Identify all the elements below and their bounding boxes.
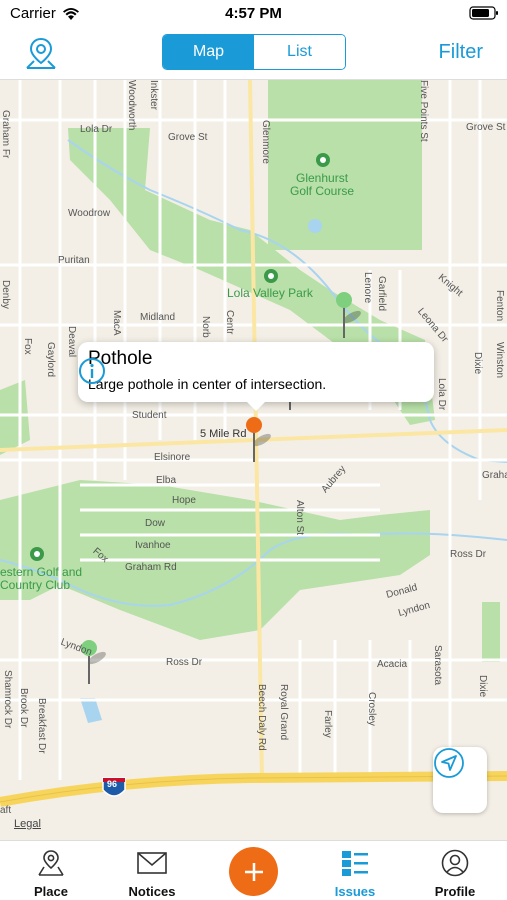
street-label: Puritan bbox=[58, 255, 90, 266]
street-label: MacA bbox=[111, 310, 122, 336]
street-label: Elsinore bbox=[154, 452, 191, 463]
street-label: Inkster bbox=[148, 80, 159, 111]
street-label: Farley bbox=[322, 710, 333, 738]
park-marker-icon bbox=[264, 269, 278, 283]
pond bbox=[308, 219, 322, 233]
location-arrow-icon bbox=[434, 748, 464, 778]
street-label: Woodrow bbox=[68, 208, 111, 219]
street-label: Five Points St bbox=[418, 80, 429, 142]
street-label: Sarasota bbox=[432, 645, 443, 686]
street-label: Shamrock Dr bbox=[2, 670, 13, 729]
map-view[interactable]: Lola Dr Grove St Grove St Woodrow Purita… bbox=[0, 80, 507, 840]
navigation-bar: Map List Filter bbox=[0, 28, 507, 80]
street-label: Beech Daly Rd bbox=[256, 684, 267, 751]
street-label: Glenmore bbox=[260, 120, 271, 164]
street-label: Alton St bbox=[294, 500, 305, 536]
street-label: Denby bbox=[0, 280, 11, 309]
view-segmented-control: Map List bbox=[162, 34, 346, 70]
tab-place[interactable]: Place bbox=[6, 841, 96, 900]
street-label: Graham Rd bbox=[125, 562, 177, 573]
segment-list[interactable]: List bbox=[254, 35, 345, 69]
highway-i96 bbox=[0, 771, 507, 807]
issue-callout[interactable]: Pothole Large pothole in center of inter… bbox=[78, 342, 434, 411]
street-label: Fox bbox=[22, 338, 33, 355]
plus-icon bbox=[244, 862, 263, 881]
tab-notices[interactable]: Notices bbox=[107, 841, 197, 900]
park-label-western-golf: estern Golf and Country Club bbox=[0, 565, 83, 592]
status-bar: Carrier 4:57 PM bbox=[0, 0, 507, 28]
street-label: Gaylord bbox=[45, 342, 56, 378]
street-label: Elba bbox=[156, 475, 177, 486]
tab-issues-label: Issues bbox=[334, 884, 376, 899]
park-area bbox=[268, 80, 422, 250]
park-label-glenhurst: Glenhurst Golf Course bbox=[290, 171, 355, 198]
street-label: Graha bbox=[482, 470, 507, 481]
tab-bar: Place Notices Issues Profile bbox=[0, 840, 507, 900]
street-label: Royal Grand bbox=[278, 684, 289, 741]
callout-description: Large pothole in center of intersection. bbox=[88, 376, 327, 392]
street-label: Ross Dr bbox=[166, 657, 203, 668]
tab-issues[interactable]: Issues bbox=[310, 841, 400, 900]
street-label: Grove St bbox=[466, 122, 506, 133]
street-label: Dixie bbox=[472, 352, 483, 375]
add-issue-button[interactable] bbox=[229, 847, 278, 896]
tab-profile-label: Profile bbox=[434, 884, 476, 899]
legal-link[interactable]: Legal bbox=[14, 818, 41, 830]
list-icon bbox=[342, 851, 368, 876]
street-label: Graham Fr bbox=[0, 110, 11, 159]
street-label: Lola Dr bbox=[80, 124, 113, 135]
street-label: Midland bbox=[140, 312, 176, 323]
street-label: Dixie bbox=[477, 675, 488, 698]
street-label: Ivanhoe bbox=[135, 540, 171, 551]
map-canvas bbox=[0, 80, 507, 807]
highway-shield-number: 96 bbox=[107, 779, 118, 789]
park-area bbox=[0, 380, 30, 455]
place-location-icon[interactable] bbox=[24, 36, 58, 72]
street-label: Deaval bbox=[66, 326, 77, 358]
street-label: Norb bbox=[200, 316, 211, 338]
street-label: Woodworth bbox=[126, 80, 137, 131]
tab-notices-label: Notices bbox=[128, 884, 176, 899]
street-label: Garfield bbox=[376, 276, 387, 312]
place-icon bbox=[38, 850, 64, 876]
street-label: Crosley bbox=[366, 692, 377, 726]
street-label: Ross Dr bbox=[450, 549, 487, 560]
info-icon[interactable] bbox=[78, 357, 106, 385]
street-label: Brook Dr bbox=[18, 688, 29, 728]
street-label: Lenore bbox=[362, 272, 373, 304]
street-label: Winston bbox=[494, 342, 505, 379]
main-road-label: 5 Mile Rd bbox=[200, 428, 247, 440]
street-label: aft bbox=[0, 805, 12, 816]
park-marker-icon bbox=[30, 547, 44, 561]
street-label: Fenton bbox=[494, 290, 505, 322]
pond bbox=[80, 698, 102, 723]
street-label: Student bbox=[132, 410, 167, 421]
street-label: Centr bbox=[224, 310, 235, 335]
street-label: Grove St bbox=[168, 132, 208, 143]
street-label: Acacia bbox=[377, 659, 408, 670]
street-label: Dow bbox=[145, 518, 166, 529]
tab-profile[interactable]: Profile bbox=[410, 841, 500, 900]
street-label: Hope bbox=[172, 495, 196, 506]
street-label: Lola Dr bbox=[436, 378, 447, 411]
segment-map[interactable]: Map bbox=[163, 35, 254, 69]
status-time: 4:57 PM bbox=[225, 5, 282, 22]
park-marker-icon bbox=[316, 153, 330, 167]
profile-icon bbox=[441, 849, 469, 877]
park-label-lola-valley: Lola Valley Park bbox=[227, 286, 313, 300]
tab-place-label: Place bbox=[34, 884, 68, 899]
filter-button[interactable]: Filter bbox=[439, 41, 483, 64]
envelope-icon bbox=[137, 852, 167, 874]
locate-me-button[interactable] bbox=[433, 747, 487, 813]
park-area bbox=[482, 602, 500, 662]
battery-icon bbox=[469, 6, 498, 20]
street-label: Breakfast Dr bbox=[36, 698, 47, 754]
